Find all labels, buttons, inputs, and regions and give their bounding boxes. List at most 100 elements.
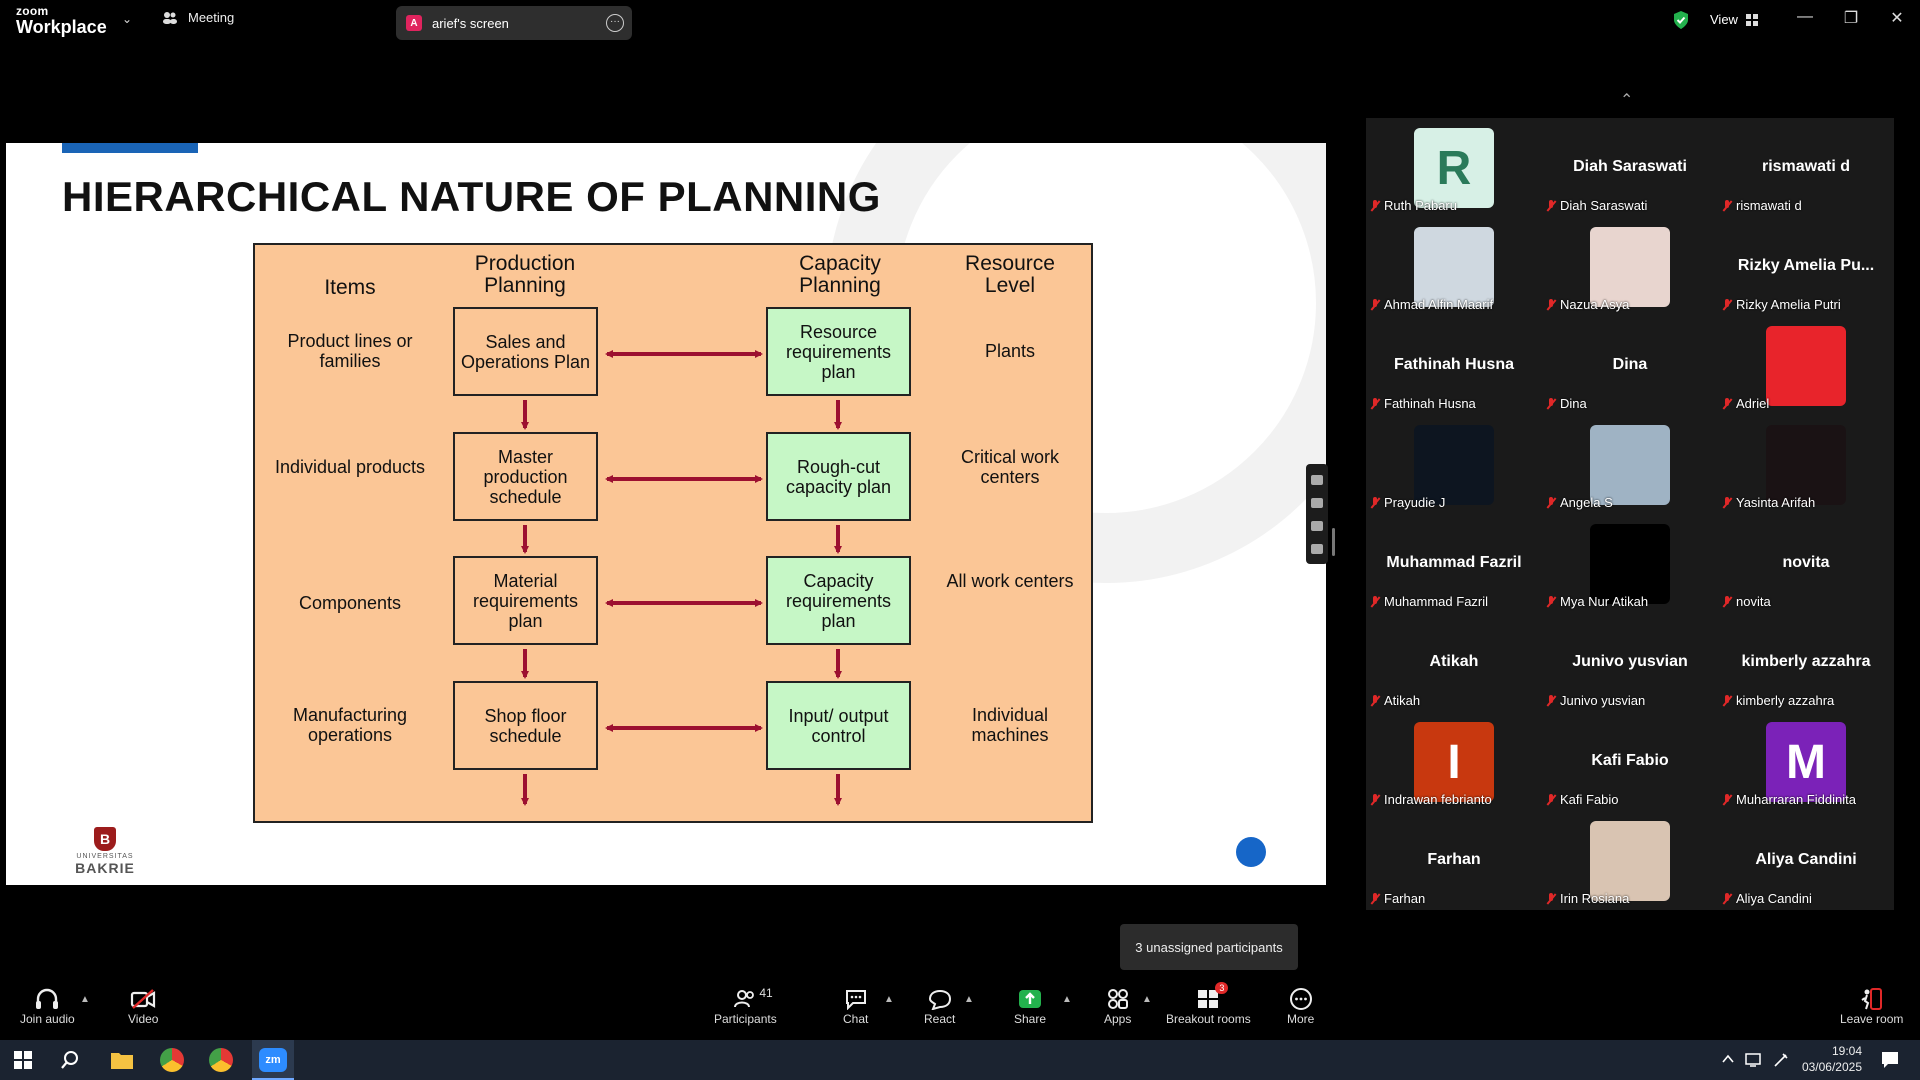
annotation-toolbar[interactable] [1306,464,1328,564]
leave-room-button[interactable]: Leave room [1840,986,1903,1026]
participant-name: Aliya Candini [1736,891,1812,906]
participant-name: Indrawan febrianto [1384,792,1492,807]
participant-tile[interactable]: Mya Nur Atikah [1542,514,1718,613]
view-button[interactable]: View [1710,12,1758,27]
header-capacity-planning: Capacity Planning [799,252,881,297]
tray-chevron-icon[interactable] [1722,1054,1734,1064]
participant-tile[interactable]: Atikah Atikah [1366,613,1542,712]
mic-muted-icon [1546,694,1556,707]
item-label: Components [298,593,402,613]
capacity-box: Rough-cut capacity plan [766,432,911,521]
participant-tile[interactable]: Nazua Asya [1542,217,1718,316]
meeting-controls: Join audio ▲ Video 41 Participants Chat … [0,980,1920,1038]
video-button[interactable]: Video [128,986,158,1026]
video-icon[interactable] [1311,497,1323,508]
participants-label: Participants [714,1012,777,1026]
windows-start-icon[interactable] [14,1051,32,1069]
zoom-taskbar-button[interactable]: zm [252,1040,294,1080]
participant-tile[interactable]: M Muharraran Fiddinita [1718,712,1894,811]
mic-muted-icon [1722,892,1732,905]
chevron-down-icon[interactable]: ⌄ [122,12,132,26]
participant-tile[interactable]: Prayudie J [1366,415,1542,514]
logo-line1: zoom [16,4,49,18]
participants-button[interactable]: 41 Participants [714,986,777,1026]
chrome-icon[interactable] [160,1048,184,1072]
participant-name: Muhammad Fazril [1384,594,1489,609]
breakout-count-badge: 3 [1215,982,1229,994]
clock[interactable]: 19:04 03/06/2025 [1802,1043,1862,1075]
participant-display-name: Atikah [1429,653,1479,670]
participant-tile[interactable]: Aliya Candini Aliya Candini [1718,811,1894,910]
participant-tile[interactable]: Kafi Fabio Kafi Fabio [1542,712,1718,811]
network-icon[interactable] [1744,1052,1762,1068]
chevron-up-icon[interactable]: ⌃ [1620,90,1633,110]
resource-label: Critical work centers [960,447,1059,487]
audio-caret-icon[interactable]: ▲ [80,994,90,1005]
participant-tile[interactable]: kimberly azzahra kimberly azzahra [1718,613,1894,712]
chat-caret-icon[interactable]: ▲ [884,994,894,1005]
chat-button[interactable]: Chat [843,986,868,1026]
participant-tile[interactable]: R Ruth Pabaru [1366,118,1542,217]
participants-count: 41 [759,986,773,1000]
share-button[interactable]: Share [1014,986,1046,1026]
pen-icon[interactable] [1772,1052,1790,1068]
participant-tile[interactable]: Fathinah Husna Fathinah Husna [1366,316,1542,415]
zoom-app-icon: zm [259,1048,287,1072]
more-button[interactable]: More [1287,986,1314,1026]
participant-tile[interactable]: Muhammad Fazril Muhammad Fazril [1366,514,1542,613]
participant-tile[interactable]: Yasinta Arifah [1718,415,1894,514]
participant-tile[interactable]: Angela S [1542,415,1718,514]
search-icon[interactable] [60,1050,80,1070]
participant-caption: Atikah [1370,693,1420,708]
meeting-menu[interactable]: Meeting [162,10,234,25]
header-production-planning: Production Planning [474,252,576,297]
participant-tile[interactable]: Farhan Farhan [1366,811,1542,910]
mic-muted-icon [1546,892,1556,905]
leave-label: Leave room [1840,1012,1904,1026]
camera-icon[interactable] [1311,474,1323,485]
file-explorer-icon[interactable] [110,1050,134,1070]
participant-tile[interactable]: Rizky Amelia Pu... Rizky Amelia Putri [1718,217,1894,316]
participant-display-name: Junivo yusvian [1572,653,1688,670]
mic-muted-icon [1546,496,1556,509]
planning-diagram: Items Production Planning Capacity Plann… [253,243,1093,823]
breakout-rooms-button[interactable]: 3 Breakout rooms [1166,982,1251,1026]
participant-tile[interactable]: novita novita [1718,514,1894,613]
share-caret-icon[interactable]: ▲ [1062,994,1072,1005]
gear-icon[interactable] [1311,543,1323,554]
participant-display-name: Kafi Fabio [1591,752,1669,769]
participant-tile[interactable]: Dina Dina [1542,316,1718,415]
participant-caption: Irin Rosiana [1546,891,1629,906]
restore-button[interactable]: ❐ [1828,8,1874,28]
participant-tile[interactable]: I Indrawan febrianto [1366,712,1542,811]
avatar: R [1414,128,1494,208]
close-window-button[interactable]: ✕ [1874,8,1920,28]
gallery-icon[interactable] [1311,520,1323,531]
mic-muted-icon [1546,595,1556,608]
header-resource-level: Resource Level [965,252,1055,297]
resize-handle[interactable] [1332,528,1335,556]
join-audio-button[interactable]: Join audio [20,986,75,1026]
participant-tile[interactable]: Diah Saraswati Diah Saraswati [1542,118,1718,217]
minimize-button[interactable]: — [1782,8,1828,26]
participant-tile[interactable]: Ahmad Alfin Maarif [1366,217,1542,316]
share-label: Share [1014,1012,1047,1026]
participant-tile[interactable]: Junivo yusvian Junivo yusvian [1542,613,1718,712]
react-caret-icon[interactable]: ▲ [964,994,974,1005]
mic-muted-icon [1370,298,1380,311]
more-options-icon[interactable]: ··· [606,14,624,32]
participant-caption: Adriel [1722,396,1769,411]
participant-tile[interactable]: rismawati d rismawati d [1718,118,1894,217]
more-icon [1289,986,1313,1012]
apps-button[interactable]: Apps [1104,986,1131,1026]
react-button[interactable]: React [924,986,955,1026]
participant-caption: Muhammad Fazril [1370,594,1488,609]
apps-caret-icon[interactable]: ▲ [1142,994,1152,1005]
pointer-dot [1236,837,1266,867]
chrome-profile-icon[interactable] [209,1048,233,1072]
participant-tile[interactable]: Irin Rosiana [1542,811,1718,910]
shield-check-icon[interactable] [1672,10,1690,30]
participant-tile[interactable]: Adriel [1718,316,1894,415]
screen-share-indicator[interactable]: A arief's screen ··· [396,6,632,40]
notifications-icon[interactable] [1880,1050,1900,1070]
